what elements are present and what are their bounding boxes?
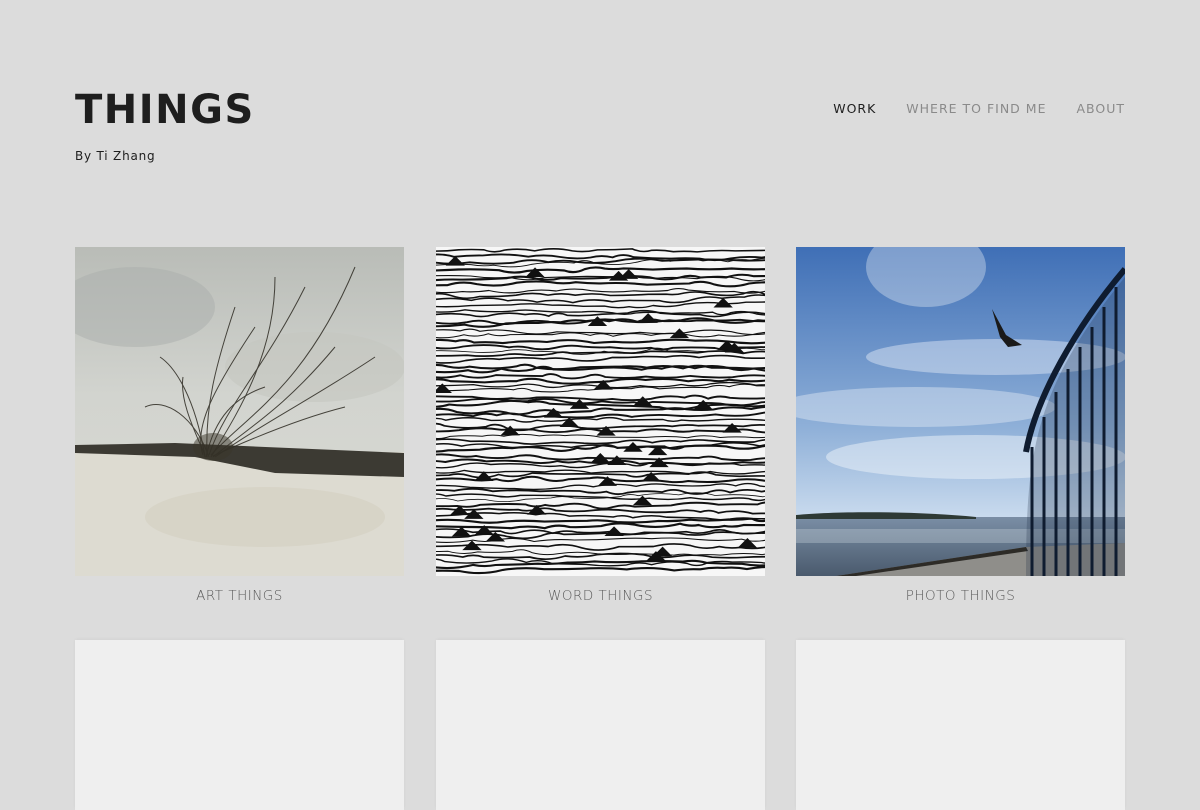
site-byline: By Ti Zhang <box>75 149 156 163</box>
site-header: THINGS By Ti Zhang <box>75 88 255 163</box>
gallery-tile-placeholder[interactable] <box>436 640 765 810</box>
gallery-tile-photo[interactable]: PHOTO THINGS <box>796 247 1125 604</box>
word-things-image[interactable] <box>436 247 765 576</box>
word-things-caption[interactable]: WORD THINGS <box>436 588 765 604</box>
nav-item-about[interactable]: ABOUT <box>1076 101 1125 116</box>
gallery-tile-word[interactable]: WORD THINGS <box>436 247 765 604</box>
main-nav: WORK WHERE TO FIND ME ABOUT <box>833 101 1125 116</box>
gallery-tile-art[interactable]: ART THINGS <box>75 247 404 604</box>
photo-things-caption[interactable]: PHOTO THINGS <box>796 588 1125 604</box>
art-things-caption[interactable]: ART THINGS <box>75 588 404 604</box>
nav-item-where-to-find-me[interactable]: WHERE TO FIND ME <box>906 101 1046 116</box>
nav-item-work[interactable]: WORK <box>833 101 876 116</box>
site-title[interactable]: THINGS <box>75 88 255 132</box>
photo-things-image[interactable] <box>796 247 1125 576</box>
gallery-tile-placeholder[interactable] <box>75 640 404 810</box>
art-things-image[interactable] <box>75 247 404 576</box>
gallery-tile-placeholder[interactable] <box>796 640 1125 810</box>
